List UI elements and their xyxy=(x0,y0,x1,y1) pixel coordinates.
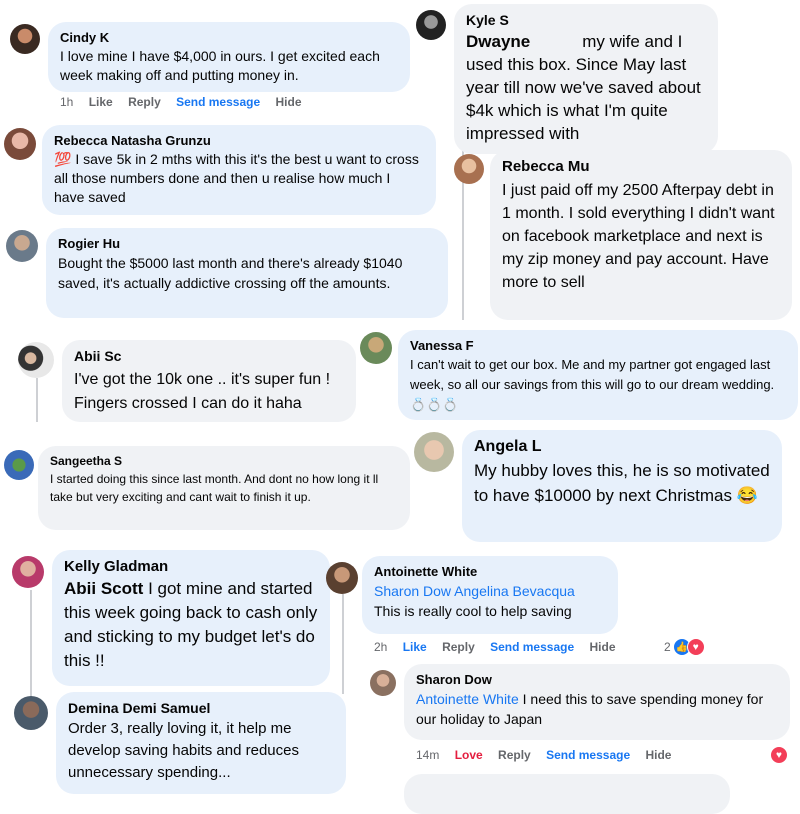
comment-text: Dwayne my wife and I used this box. Sinc… xyxy=(466,32,701,143)
comment-text: Abii Scott I got mine and started this w… xyxy=(64,579,318,670)
comment-sangeetha: Sangeetha S I started doing this since l… xyxy=(38,446,410,530)
mention-tag[interactable]: Antoinette White xyxy=(416,691,519,707)
comment-text: 💯 I save 5k in 2 mths with this it's the… xyxy=(54,151,419,205)
comment-author[interactable]: Angela L xyxy=(474,438,770,456)
comment-rogier: Rogier Hu Bought the $5000 last month an… xyxy=(46,228,448,318)
comment-kelly: Kelly Gladman Abii Scott I got mine and … xyxy=(52,550,330,686)
thread-line xyxy=(30,590,32,700)
comment-author[interactable]: Abii Sc xyxy=(74,348,344,364)
comment-text: I've got the 10k one .. it's super fun !… xyxy=(74,371,331,412)
reaction-summary[interactable]: 2 👍 ♥ xyxy=(664,638,705,656)
thread-line xyxy=(36,378,38,422)
comment-actions: 1h Like Reply Send message Hide xyxy=(60,95,314,109)
comment-rebecca-natasha: Rebecca Natasha Grunzu 💯 I save 5k in 2 … xyxy=(42,125,436,215)
comment-author[interactable]: Rebecca Mu xyxy=(502,158,780,175)
avatar[interactable] xyxy=(4,128,36,160)
comment-author[interactable]: Demina Demi Samuel xyxy=(68,700,334,716)
reply-button[interactable]: Reply xyxy=(498,748,531,762)
timestamp[interactable]: 1h xyxy=(60,95,73,109)
like-button[interactable]: Like xyxy=(89,95,113,109)
send-message-button[interactable]: Send message xyxy=(546,748,630,762)
comment-text: I love mine I have $4,000 in ours. I get… xyxy=(60,48,380,83)
comment-text: I can't wait to get our box. Me and my p… xyxy=(410,357,775,412)
comment-actions: 14m Love Reply Send message Hide xyxy=(416,748,683,762)
send-message-button[interactable]: Send message xyxy=(490,640,574,654)
comment-partial xyxy=(404,774,730,814)
send-message-button[interactable]: Send message xyxy=(176,95,260,109)
laughing-emoji: 😂 xyxy=(736,486,758,505)
comment-rebecca-mu: Rebecca Mu I just paid off my 2500 After… xyxy=(490,150,792,320)
hundred-emoji: 💯 xyxy=(54,151,72,167)
avatar[interactable] xyxy=(360,332,392,364)
heart-reaction-icon: ♥ xyxy=(770,746,788,764)
thread-line xyxy=(342,594,344,694)
comment-sharon: Sharon Dow Antoinette White I need this … xyxy=(404,664,790,740)
avatar[interactable] xyxy=(14,696,48,730)
comment-text: Order 3, really loving it, it help me de… xyxy=(68,720,299,781)
mention-tag[interactable]: Sharon Dow Angelina Bevacqua xyxy=(374,583,575,599)
avatar[interactable] xyxy=(414,432,454,472)
comment-vanessa: Vanessa F I can't wait to get our box. M… xyxy=(398,330,798,420)
comment-text: I just paid off my 2500 Afterpay debt in… xyxy=(502,182,775,291)
comment-antoinette: Antoinette White Sharon Dow Angelina Bev… xyxy=(362,556,618,634)
hide-button[interactable]: Hide xyxy=(275,95,301,109)
heart-reaction-icon: ♥ xyxy=(686,638,705,656)
comment-author[interactable]: Kelly Gladman xyxy=(64,558,318,575)
comment-text: My hubby loves this, he is so motivated … xyxy=(474,461,770,505)
love-button[interactable]: Love xyxy=(455,748,483,762)
comment-actions: 2h Like Reply Send message Hide xyxy=(374,640,628,654)
reaction-summary[interactable]: ♥ xyxy=(770,746,788,764)
comment-cindy: Cindy K I love mine I have $4,000 in our… xyxy=(48,22,410,92)
avatar[interactable] xyxy=(370,670,396,696)
hide-button[interactable]: Hide xyxy=(645,748,671,762)
avatar[interactable] xyxy=(18,342,54,378)
reaction-count: 2 xyxy=(664,640,671,654)
avatar[interactable] xyxy=(6,230,38,262)
comment-text: Antoinette White I need this to save spe… xyxy=(416,691,764,727)
comment-author[interactable]: Cindy K xyxy=(60,30,398,45)
timestamp[interactable]: 2h xyxy=(374,640,387,654)
comment-author[interactable]: Rogier Hu xyxy=(58,236,436,251)
like-button[interactable]: Like xyxy=(403,640,427,654)
comment-author[interactable]: Kyle S xyxy=(466,12,706,28)
comment-author[interactable]: Sangeetha S xyxy=(50,454,398,468)
comment-text: I started doing this since last month. A… xyxy=(50,472,379,504)
comment-kyle: Kyle S Dwayne my wife and I used this bo… xyxy=(454,4,718,154)
comment-angela: Angela L My hubby loves this, he is so m… xyxy=(462,430,782,542)
avatar[interactable] xyxy=(416,10,446,40)
reply-button[interactable]: Reply xyxy=(128,95,161,109)
comment-demina: Demina Demi Samuel Order 3, really lovin… xyxy=(56,692,346,794)
avatar[interactable] xyxy=(10,24,40,54)
comment-text: Sharon Dow Angelina Bevacqua This is real… xyxy=(374,583,575,619)
comment-text: Bought the $5000 last month and there's … xyxy=(58,255,403,291)
timestamp[interactable]: 14m xyxy=(416,748,439,762)
reply-button[interactable]: Reply xyxy=(442,640,475,654)
comment-author[interactable]: Rebecca Natasha Grunzu xyxy=(54,133,424,148)
mention-tag[interactable]: Dwayne xyxy=(466,32,530,51)
comment-author[interactable]: Antoinette White xyxy=(374,564,606,579)
avatar[interactable] xyxy=(12,556,44,588)
avatar[interactable] xyxy=(4,450,34,480)
hide-button[interactable]: Hide xyxy=(589,640,615,654)
comment-abii: Abii Sc I've got the 10k one .. it's sup… xyxy=(62,340,356,422)
comment-author[interactable]: Vanessa F xyxy=(410,338,786,353)
avatar[interactable] xyxy=(326,562,358,594)
comment-author[interactable]: Sharon Dow xyxy=(416,672,778,687)
mention-tag[interactable]: Abii Scott xyxy=(64,579,143,598)
avatar[interactable] xyxy=(454,154,484,184)
ring-emoji: 💍💍💍 xyxy=(410,397,459,412)
